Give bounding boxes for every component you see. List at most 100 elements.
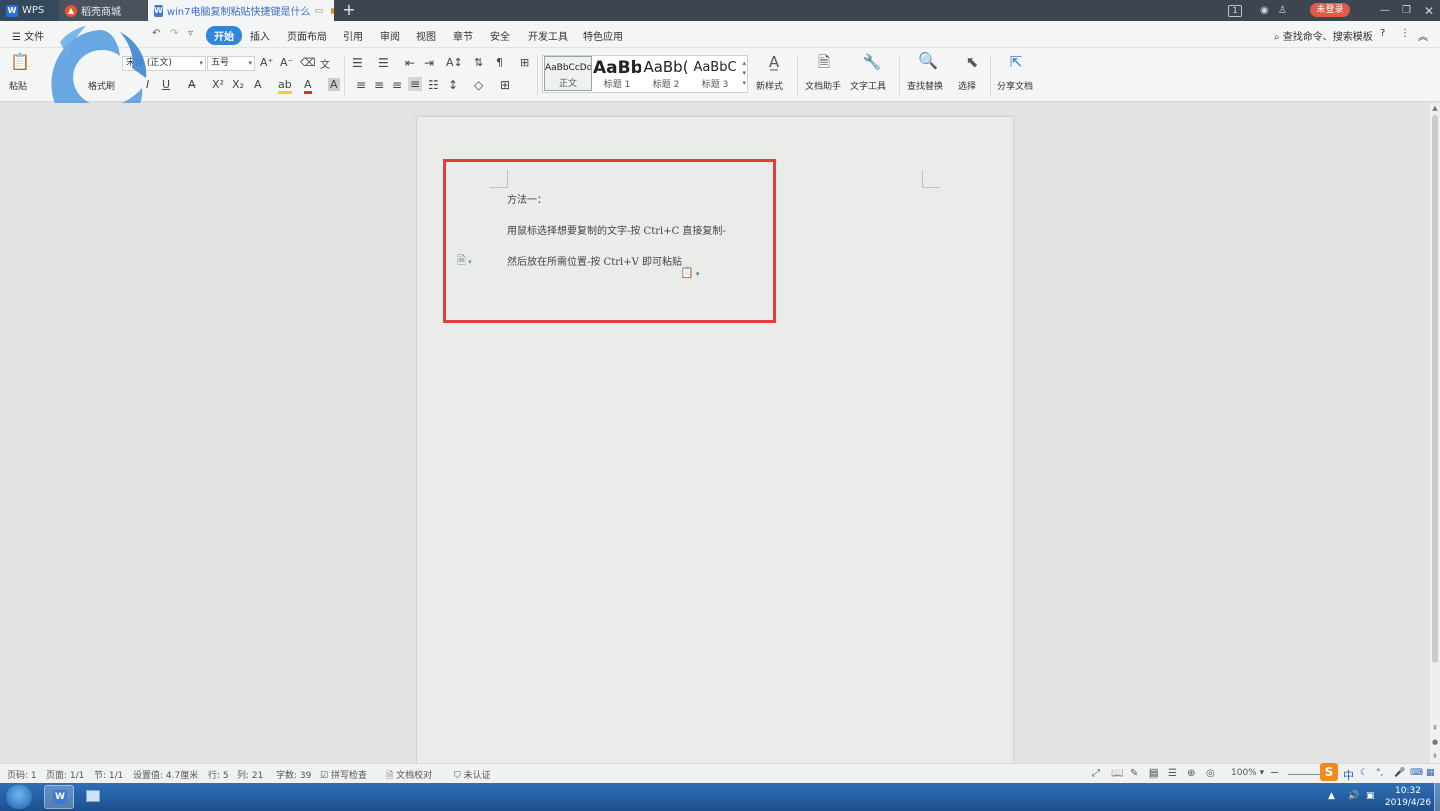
taskbar-wps-app[interactable]: W [44, 785, 74, 809]
vertical-scrollbar[interactable]: ▲ ⇞ ● ⇟ [1430, 103, 1440, 763]
collapse-ribbon-icon[interactable]: ︽ [1418, 28, 1428, 43]
cursor-icon[interactable]: ⬉ [962, 55, 982, 70]
status-column[interactable]: 列: 21 [237, 768, 263, 781]
underline-icon[interactable]: U [162, 78, 170, 91]
strikethrough-icon[interactable]: A̶ [188, 78, 196, 91]
tab-special[interactable]: 特色应用 [583, 28, 623, 43]
next-page-icon[interactable]: ⇟ [1430, 751, 1440, 761]
scroll-thumb[interactable] [1432, 115, 1438, 663]
login-button[interactable]: 未登录 [1310, 3, 1350, 17]
paste-icon[interactable]: 📋 [10, 54, 30, 70]
style-heading-1[interactable]: AaBb 标题 1 [593, 56, 641, 91]
text-direction-icon[interactable]: A↕ [446, 56, 463, 69]
zoom-slider[interactable] [1288, 774, 1324, 775]
align-right-icon[interactable]: ≡ [392, 78, 402, 92]
sort-icon[interactable]: ⇅ [474, 56, 483, 69]
table-borders-icon[interactable]: ⊞ [520, 56, 529, 69]
status-position[interactable]: 设置值: 4.7厘米 [133, 768, 198, 781]
web-view-icon[interactable]: ⊕ [1187, 768, 1195, 779]
page-view-icon[interactable]: ▤ [1149, 768, 1159, 779]
zoom-level[interactable]: 100% ▾ [1231, 768, 1264, 778]
wrench-icon[interactable]: 🔧 [862, 55, 882, 70]
more-options-icon[interactable]: ⋮ [1400, 28, 1410, 39]
outline-view-icon[interactable]: ☰ [1168, 768, 1177, 779]
clear-format-icon[interactable]: ⌫ [300, 56, 316, 69]
volume-icon[interactable]: 🔊 [1348, 791, 1359, 801]
font-size-select[interactable]: 五号 ▾ [207, 56, 255, 71]
borders-icon[interactable]: ⊞ [500, 78, 510, 92]
restore-icon[interactable]: ❐ [1402, 0, 1411, 21]
phonetic-guide-icon[interactable]: 文 [320, 56, 330, 71]
char-shading-icon[interactable]: A [328, 78, 340, 91]
new-tab-button[interactable]: + [340, 1, 358, 19]
status-section[interactable]: 节: 1/1 [94, 768, 123, 781]
spell-check-button[interactable]: ☑ 拼写检查 [320, 768, 367, 781]
tab-home[interactable]: 开始 [206, 26, 242, 45]
justify-icon[interactable]: ≡ [408, 77, 423, 91]
select-button[interactable]: 选择 [958, 79, 976, 92]
read-mode-icon[interactable]: 📖 [1111, 768, 1123, 779]
start-button[interactable] [6, 785, 32, 809]
status-word-count[interactable]: 字数: 39 [276, 768, 311, 781]
magnifier-icon[interactable]: 🔍 [918, 53, 938, 69]
line-spacing-icon[interactable]: ↕ [448, 78, 458, 92]
grow-font-icon[interactable]: A⁺ [260, 56, 273, 69]
command-search[interactable]: ⌕ 查找命令、搜索模板 [1274, 28, 1373, 43]
decrease-indent-icon[interactable]: ⇤ [405, 56, 415, 70]
ime-grid-icon[interactable]: ▦ [1426, 768, 1435, 778]
microphone-icon[interactable]: 🎤 [1394, 768, 1405, 778]
status-row[interactable]: 行: 5 [208, 768, 229, 781]
certification-status[interactable]: ⛉ 未认证 [454, 768, 491, 781]
paragraph-shading-icon[interactable]: ◇ [474, 78, 483, 92]
close-icon[interactable]: ✕ [1424, 0, 1434, 21]
status-pages[interactable]: 页面: 1/1 [46, 768, 84, 781]
redo-icon[interactable]: ↷ [170, 28, 178, 39]
subscript-icon[interactable]: X₂ [232, 78, 244, 91]
tab-page-layout[interactable]: 页面布局 [287, 28, 327, 43]
align-left-icon[interactable]: ≡ [356, 78, 366, 92]
punctuation-icon[interactable]: °, [1376, 768, 1383, 778]
keyboard-icon[interactable]: ⌨ [1410, 768, 1423, 778]
tab-wps-home[interactable]: W WPS [0, 0, 58, 21]
help-button[interactable]: ? [1380, 28, 1385, 39]
gallery-scroll-icon[interactable]: ▴ ▾ ▾ [742, 58, 746, 88]
new-style-icon[interactable]: A̲ [764, 55, 784, 70]
tab-insert[interactable]: 插入 [250, 28, 270, 43]
tab-chapter[interactable]: 章节 [453, 28, 473, 43]
edit-mode-icon[interactable]: ✎ [1130, 768, 1138, 779]
superscript-icon[interactable]: X² [212, 78, 224, 91]
highlight-color-icon[interactable]: ab [278, 78, 292, 94]
select-browse-icon[interactable]: ● [1430, 737, 1440, 747]
status-page-number[interactable]: 页码: 1 [7, 768, 37, 781]
doc-assistant-icon[interactable]: 🗎 [814, 55, 834, 70]
doc-proofread-button[interactable]: 🗎 文档校对 [386, 768, 432, 784]
increase-indent-icon[interactable]: ⇥ [424, 56, 434, 70]
text-effect-icon[interactable]: A [254, 78, 262, 91]
scroll-up-icon[interactable]: ▲ [1430, 103, 1440, 113]
share-doc-button[interactable]: 分享文档 [997, 79, 1033, 92]
tab-document[interactable]: W win7电脑复制粘贴快捷键是什么 ▭ [148, 0, 334, 21]
style-heading-2[interactable]: AaBb( 标题 2 [642, 56, 690, 91]
share-icon[interactable]: ⇱ [1006, 55, 1026, 70]
network-icon[interactable]: ▣ [1366, 791, 1375, 801]
tab-docer-mall[interactable]: ▲ 稻壳商城 [59, 0, 147, 21]
eye-protection-icon[interactable]: ◎ [1206, 768, 1215, 779]
style-heading-3[interactable]: AaBbC 标题 3 [691, 56, 739, 91]
moon-icon[interactable]: ☾ [1360, 768, 1368, 778]
numbered-list-icon[interactable]: ☰ [378, 56, 389, 70]
distribute-icon[interactable]: ☷ [428, 78, 439, 92]
tab-review[interactable]: 审阅 [380, 28, 400, 43]
find-replace-button[interactable]: 查找替换 [907, 79, 943, 92]
system-clock[interactable]: 10:32 2019/4/26 [1384, 785, 1432, 809]
fullscreen-icon[interactable]: ⤢ [1092, 768, 1100, 779]
zoom-out-icon[interactable]: − [1270, 766, 1279, 779]
sogou-ime-icon[interactable]: S [1320, 763, 1338, 781]
show-desktop-button[interactable] [1434, 783, 1440, 811]
tab-view[interactable]: 视图 [416, 28, 436, 43]
shrink-font-icon[interactable]: A⁻ [280, 56, 293, 69]
tab-references[interactable]: 引用 [343, 28, 363, 43]
bullet-list-icon[interactable]: ☰ [352, 56, 363, 70]
window-count-badge[interactable]: 1 [1228, 0, 1242, 21]
doc-assistant-button[interactable]: 文档助手 [805, 79, 841, 92]
show-marks-icon[interactable]: ¶ [496, 56, 503, 69]
